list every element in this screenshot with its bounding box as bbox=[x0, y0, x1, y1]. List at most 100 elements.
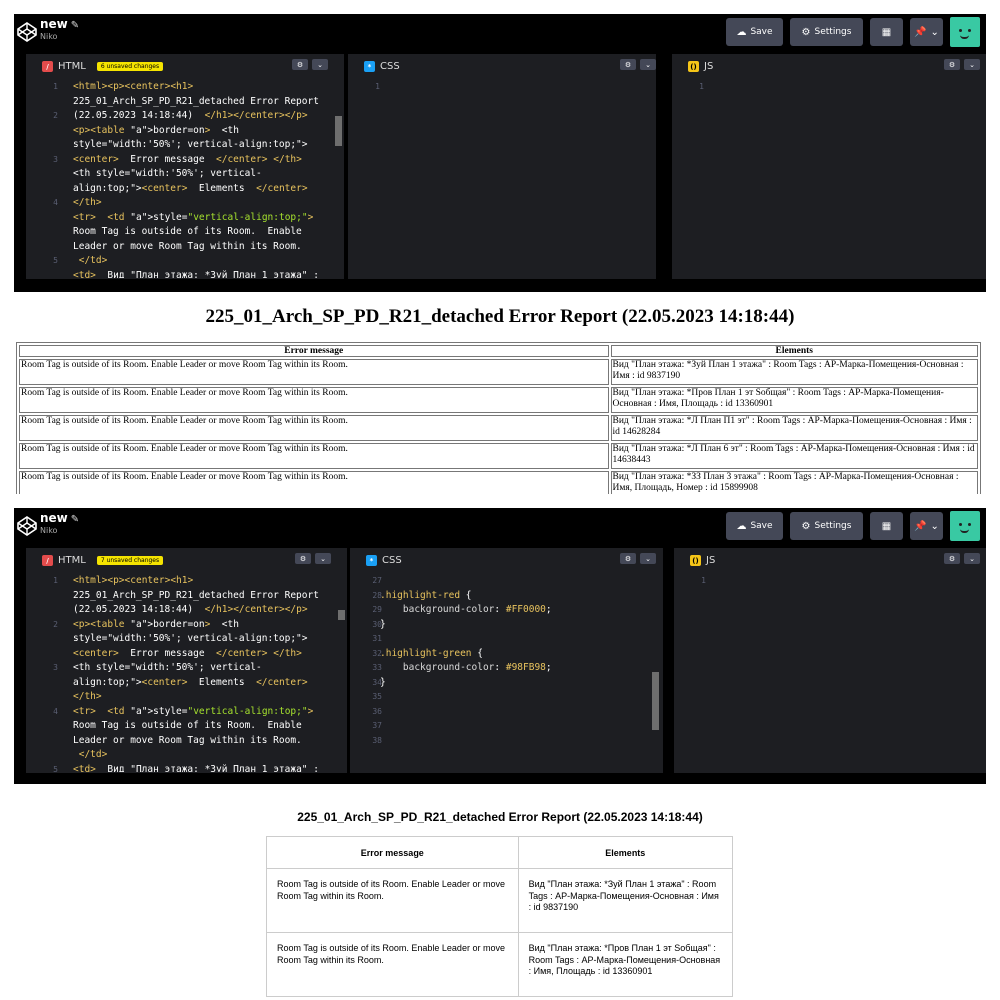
code-text: </th> bbox=[73, 197, 102, 208]
js-code-editor[interactable]: 1 bbox=[672, 80, 986, 278]
css-code-editor[interactable]: 27 28 .highlight-red {29 background-color:… bbox=[350, 574, 663, 772]
code-text: 225_01_Arch_SP_PD_R21_detached Error Rep… bbox=[73, 95, 319, 107]
line-number: 2 bbox=[53, 111, 58, 120]
unsaved-changes-badge[interactable]: 7 unsaved changes bbox=[96, 556, 164, 565]
edit-pencil-icon[interactable]: ✎ bbox=[71, 20, 79, 31]
elements-cell: Вид "План этажа: *Зуй План 1 этажа" : Ro… bbox=[517, 868, 734, 933]
elements-cell: Вид "План этажа: *Л План 6 эт" : Room Ta… bbox=[610, 443, 978, 469]
column-header-error: Error message bbox=[266, 836, 519, 869]
project-owner[interactable]: Niko bbox=[40, 526, 79, 535]
error-cell: Room Tag is outside of its Room. Enable … bbox=[19, 387, 609, 413]
code-text: align:top;"><center> Elements </center> bbox=[73, 182, 308, 194]
column-header-elements: Elements bbox=[610, 345, 978, 357]
project-owner[interactable]: Niko bbox=[40, 32, 79, 41]
avatar[interactable] bbox=[950, 511, 980, 541]
code-line: 1 <html><p><center><h1> bbox=[26, 80, 344, 95]
scrollbar[interactable] bbox=[652, 672, 659, 730]
pane-collapse-icon[interactable]: ⌄ bbox=[640, 553, 656, 564]
code-text: Room Tag is outside of its Room. Enable bbox=[73, 720, 302, 731]
code-text: <p><table "a">border=on> <th bbox=[73, 124, 239, 136]
report-title: 225_01_Arch_SP_PD_R21_detached Error Rep… bbox=[205, 306, 795, 327]
pane-settings-icon[interactable]: ⚙ bbox=[944, 553, 960, 564]
tab-js[interactable]: () JS bbox=[674, 548, 726, 573]
codepen-logo-icon[interactable] bbox=[17, 22, 37, 42]
save-button[interactable]: ☁ Save bbox=[726, 18, 783, 46]
codepen-logo-icon[interactable] bbox=[17, 516, 37, 536]
line-number: 1 bbox=[53, 82, 58, 91]
project-title[interactable]: new bbox=[40, 17, 68, 31]
edit-pencil-icon[interactable]: ✎ bbox=[71, 514, 79, 525]
save-button[interactable]: ☁ Save bbox=[726, 512, 783, 540]
html-tab-icon: / bbox=[42, 61, 53, 72]
unsaved-changes-badge[interactable]: 6 unsaved changes bbox=[96, 62, 164, 71]
editor-screenshot-2: new ✎ Niko ☁ Save ⚙ Settings ▦ 📌 ⌄ / HTML 7 un… bbox=[14, 508, 986, 784]
code-text: } bbox=[380, 676, 386, 688]
layout-button[interactable]: ▦ bbox=[870, 512, 903, 540]
report-title: 225_01_Arch_SP_PD_R21_detached Error Rep… bbox=[297, 810, 703, 824]
table-row: Room Tag is outside of its Room. Enable … bbox=[266, 868, 734, 933]
pane-collapse-icon[interactable]: ⌄ bbox=[964, 553, 980, 564]
code-line: 33 background-color: #98FB98; bbox=[350, 661, 663, 676]
line-number: 32 bbox=[372, 648, 382, 658]
grid-layout-icon: ▦ bbox=[881, 520, 892, 532]
js-tab-icon: () bbox=[688, 61, 699, 72]
pane-collapse-icon[interactable]: ⌄ bbox=[640, 59, 656, 70]
pane-settings-icon[interactable]: ⚙ bbox=[944, 59, 960, 70]
table-row: Room Tag is outside of its Room. Enable … bbox=[19, 471, 978, 494]
code-text: .highlight-green { bbox=[380, 647, 483, 659]
pin-button[interactable]: 📌 ⌄ bbox=[910, 512, 943, 540]
cloud-icon: ☁ bbox=[736, 26, 747, 38]
editor-screenshot-1: new ✎ Niko ☁ Save ⚙ Settings ▦ 📌 ⌄ / HTML 6 un… bbox=[14, 14, 986, 292]
scrollbar[interactable] bbox=[335, 116, 342, 146]
pin-button[interactable]: 📌 ⌄ bbox=[910, 18, 943, 46]
table-row: Room Tag is outside of its Room. Enable … bbox=[19, 415, 978, 441]
code-text: } bbox=[380, 618, 386, 630]
settings-button[interactable]: ⚙ Settings bbox=[790, 18, 863, 46]
code-line: (22.05.2023 14:18:44) </h1></center></p> bbox=[26, 603, 347, 618]
code-line: 30} bbox=[350, 618, 663, 633]
tab-css[interactable]: * CSS bbox=[350, 548, 412, 573]
error-cell: Room Tag is outside of its Room. Enable … bbox=[19, 443, 609, 469]
code-line: style="width:'50%'; vertical-align:top;"… bbox=[26, 138, 344, 153]
code-text: <td> Вид "План этажа: *Зуй План 1 этажа"… bbox=[73, 269, 319, 279]
pane-settings-icon[interactable]: ⚙ bbox=[620, 59, 636, 70]
pin-icon: 📌 bbox=[914, 26, 927, 38]
html-code-editor[interactable]: 1 <html><p><center><h1> 225_01_Arch_SP_PD_… bbox=[26, 574, 347, 772]
code-text: <center> Error message </center> </th> bbox=[73, 153, 302, 165]
pane-collapse-icon[interactable]: ⌄ bbox=[315, 553, 331, 564]
report-table-styled-viewport: Error message Elements Room Tag is outsi… bbox=[0, 834, 1000, 1000]
project-title[interactable]: new bbox=[40, 511, 68, 525]
grid-layout-icon: ▦ bbox=[881, 26, 892, 38]
table-row: Room Tag is outside of its Room. Enable … bbox=[19, 359, 978, 385]
line-number: 2 bbox=[53, 619, 58, 629]
report-table-plain-viewport: Error message Elements Room Tag is outsi… bbox=[0, 340, 1000, 494]
js-code-editor[interactable]: 1 bbox=[674, 574, 986, 772]
pane-settings-icon[interactable]: ⚙ bbox=[292, 59, 308, 70]
pane-collapse-icon[interactable]: ⌄ bbox=[312, 59, 328, 70]
pane-settings-icon[interactable]: ⚙ bbox=[620, 553, 636, 564]
scrollbar[interactable] bbox=[338, 610, 345, 620]
settings-button[interactable]: ⚙ Settings bbox=[790, 512, 863, 540]
pane-settings-icon[interactable]: ⚙ bbox=[295, 553, 311, 564]
error-cell: Room Tag is outside of its Room. Enable … bbox=[19, 415, 609, 441]
chevron-down-icon: ⌄ bbox=[930, 520, 939, 532]
tab-html[interactable]: / HTML 7 unsaved changes bbox=[26, 548, 174, 573]
avatar[interactable] bbox=[950, 17, 980, 47]
line-number: 37 bbox=[372, 721, 382, 730]
tab-js[interactable]: () JS bbox=[672, 54, 724, 79]
code-text: <tr> <td "a">style="vertical-align:top;"… bbox=[73, 211, 314, 223]
cloud-icon: ☁ bbox=[736, 520, 747, 532]
tab-html[interactable]: / HTML 6 unsaved changes bbox=[26, 54, 174, 79]
code-line: 4 </th> bbox=[26, 196, 344, 211]
pane-collapse-icon[interactable]: ⌄ bbox=[964, 59, 980, 70]
code-text: style="width:'50%'; vertical-align:top;"… bbox=[73, 139, 308, 150]
css-code-editor[interactable]: 1 bbox=[348, 80, 656, 278]
code-text: </td> bbox=[78, 749, 108, 760]
line-number: 5 bbox=[53, 764, 58, 773]
elements-cell: Вид "План этажа: *Л План П1 эт" : Room T… bbox=[610, 415, 978, 441]
code-line: 27 bbox=[350, 574, 663, 589]
code-text: <center> Error message </center> </th> bbox=[73, 647, 302, 659]
tab-css[interactable]: * CSS bbox=[348, 54, 410, 79]
layout-button[interactable]: ▦ bbox=[870, 18, 903, 46]
html-code-editor[interactable]: 1 <html><p><center><h1> 225_01_Arch_SP_PD_… bbox=[26, 80, 344, 278]
